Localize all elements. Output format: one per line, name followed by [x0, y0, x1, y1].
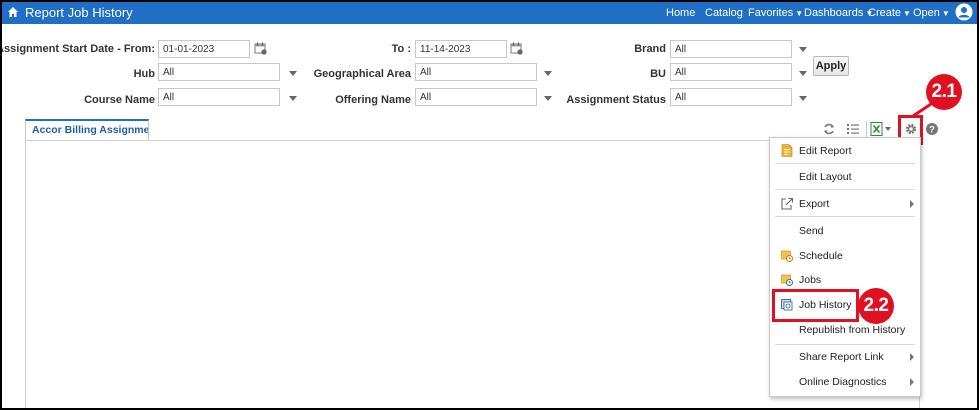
callout-badge-2-2: 2.2 — [858, 288, 894, 324]
menu-item-online-diagnostics[interactable]: Online Diagnostics — [770, 371, 920, 393]
offering-name-label: Offering Name — [335, 94, 411, 106]
callout-badge-2-1: 2.1 — [926, 74, 962, 110]
menu-separator — [775, 216, 915, 217]
dropdown-arrow-icon[interactable] — [799, 71, 807, 76]
report-actions-menu: Edit Report Edit Layout Export Send Sche… — [769, 137, 921, 397]
menu-item-label: Jobs — [799, 274, 822, 286]
menu-item-label: Export — [799, 198, 830, 210]
menu-item-label: Edit Report — [799, 145, 852, 157]
dropdown-arrow-icon[interactable] — [289, 71, 297, 76]
menu-item-label: Share Report Link — [799, 351, 884, 363]
offering-name-select[interactable]: All — [415, 88, 537, 106]
geographical-area-label: Geographical Area — [313, 68, 411, 80]
dropdown-arrow-icon[interactable] — [544, 96, 552, 101]
refresh-icon[interactable] — [822, 122, 836, 136]
job-history-highlight-box — [772, 289, 859, 322]
caret-down-icon: ▼ — [941, 9, 950, 18]
nav-home-link[interactable]: Home — [666, 7, 695, 19]
apply-button[interactable]: Apply — [813, 56, 849, 76]
menu-item-schedule[interactable]: Schedule — [770, 245, 920, 267]
nav-favorites-menu[interactable]: Favorites ▼ — [748, 7, 803, 19]
submenu-arrow-icon — [910, 353, 914, 361]
assignment-status-label: Assignment Status — [566, 94, 666, 106]
svg-text:?: ? — [929, 125, 935, 135]
page-title: Report Job History — [25, 5, 133, 20]
menu-item-share-report-link[interactable]: Share Report Link — [770, 346, 920, 368]
report-parameters: Assignment Start Date - From: 01-01-2023… — [2, 34, 977, 110]
menu-item-send[interactable]: Send — [770, 220, 920, 242]
menu-item-label: Edit Layout — [799, 171, 852, 183]
menu-item-jobs[interactable]: Jobs — [770, 269, 920, 291]
end-date-input[interactable]: 11-14-2023 — [415, 40, 507, 58]
assignment-status-select[interactable]: All — [670, 88, 792, 106]
menu-item-label: Send — [799, 225, 824, 237]
menu-item-republish-from-history[interactable]: Republish from History — [770, 319, 920, 341]
export-icon — [781, 197, 793, 210]
menu-item-export[interactable]: Export — [770, 193, 920, 215]
brand-label: Brand — [634, 43, 666, 55]
calendar-icon[interactable] — [510, 42, 523, 55]
callout-pointer — [912, 102, 932, 118]
nav-catalog-link[interactable]: Catalog — [705, 7, 743, 19]
list-view-icon[interactable] — [846, 122, 860, 136]
course-name-select[interactable]: All — [158, 88, 280, 106]
jobs-icon — [781, 274, 793, 286]
menu-separator — [775, 344, 915, 345]
bu-label: BU — [650, 68, 666, 80]
home-icon[interactable] — [7, 6, 19, 18]
caret-down-icon: ▼ — [903, 9, 911, 18]
toolbar-separator — [866, 121, 867, 137]
dropdown-arrow-icon[interactable] — [799, 47, 807, 52]
start-date-label: Assignment Start Date - From: — [2, 43, 155, 55]
nav-create-menu[interactable]: Create ▼ — [868, 7, 911, 19]
tab-accor-billing-assignments[interactable]: Accor Billing Assignmen... — [25, 119, 149, 141]
dropdown-arrow-icon[interactable] — [544, 71, 552, 76]
caret-down-icon: ▼ — [795, 9, 804, 18]
excel-export-icon[interactable] — [870, 122, 892, 136]
brand-select[interactable]: All — [670, 40, 792, 58]
menu-item-label: Republish from History — [799, 324, 906, 336]
schedule-icon — [781, 250, 793, 262]
submenu-arrow-icon — [910, 200, 914, 208]
hub-select[interactable]: All — [158, 63, 280, 81]
menu-item-label: Schedule — [799, 250, 843, 262]
nav-open-menu[interactable]: Open ▼ — [913, 7, 950, 19]
user-avatar-icon[interactable] — [955, 3, 973, 21]
app-window: Report Job History Home Catalog Favorite… — [2, 2, 977, 408]
menu-separator — [775, 163, 915, 164]
menu-separator — [775, 189, 915, 190]
top-navigation-bar: Report Job History Home Catalog Favorite… — [2, 2, 977, 24]
menu-item-label: Online Diagnostics — [799, 376, 887, 388]
hub-label: Hub — [133, 68, 155, 80]
dropdown-arrow-icon[interactable] — [799, 96, 807, 101]
end-date-label: To : — [391, 43, 411, 55]
geographical-area-select[interactable]: All — [415, 63, 537, 81]
help-icon[interactable]: ? — [925, 122, 939, 136]
start-date-input[interactable]: 01-01-2023 — [158, 40, 250, 58]
course-name-label: Course Name — [84, 94, 155, 106]
dropdown-arrow-icon[interactable] — [289, 96, 297, 101]
nav-dashboards-menu[interactable]: Dashboards ▼ — [804, 7, 873, 19]
bu-select[interactable]: All — [670, 63, 792, 81]
edit-report-icon — [781, 144, 793, 157]
submenu-arrow-icon — [910, 378, 914, 386]
menu-item-edit-report[interactable]: Edit Report — [770, 140, 920, 162]
menu-item-edit-layout[interactable]: Edit Layout — [770, 166, 920, 188]
calendar-icon[interactable] — [254, 42, 267, 55]
